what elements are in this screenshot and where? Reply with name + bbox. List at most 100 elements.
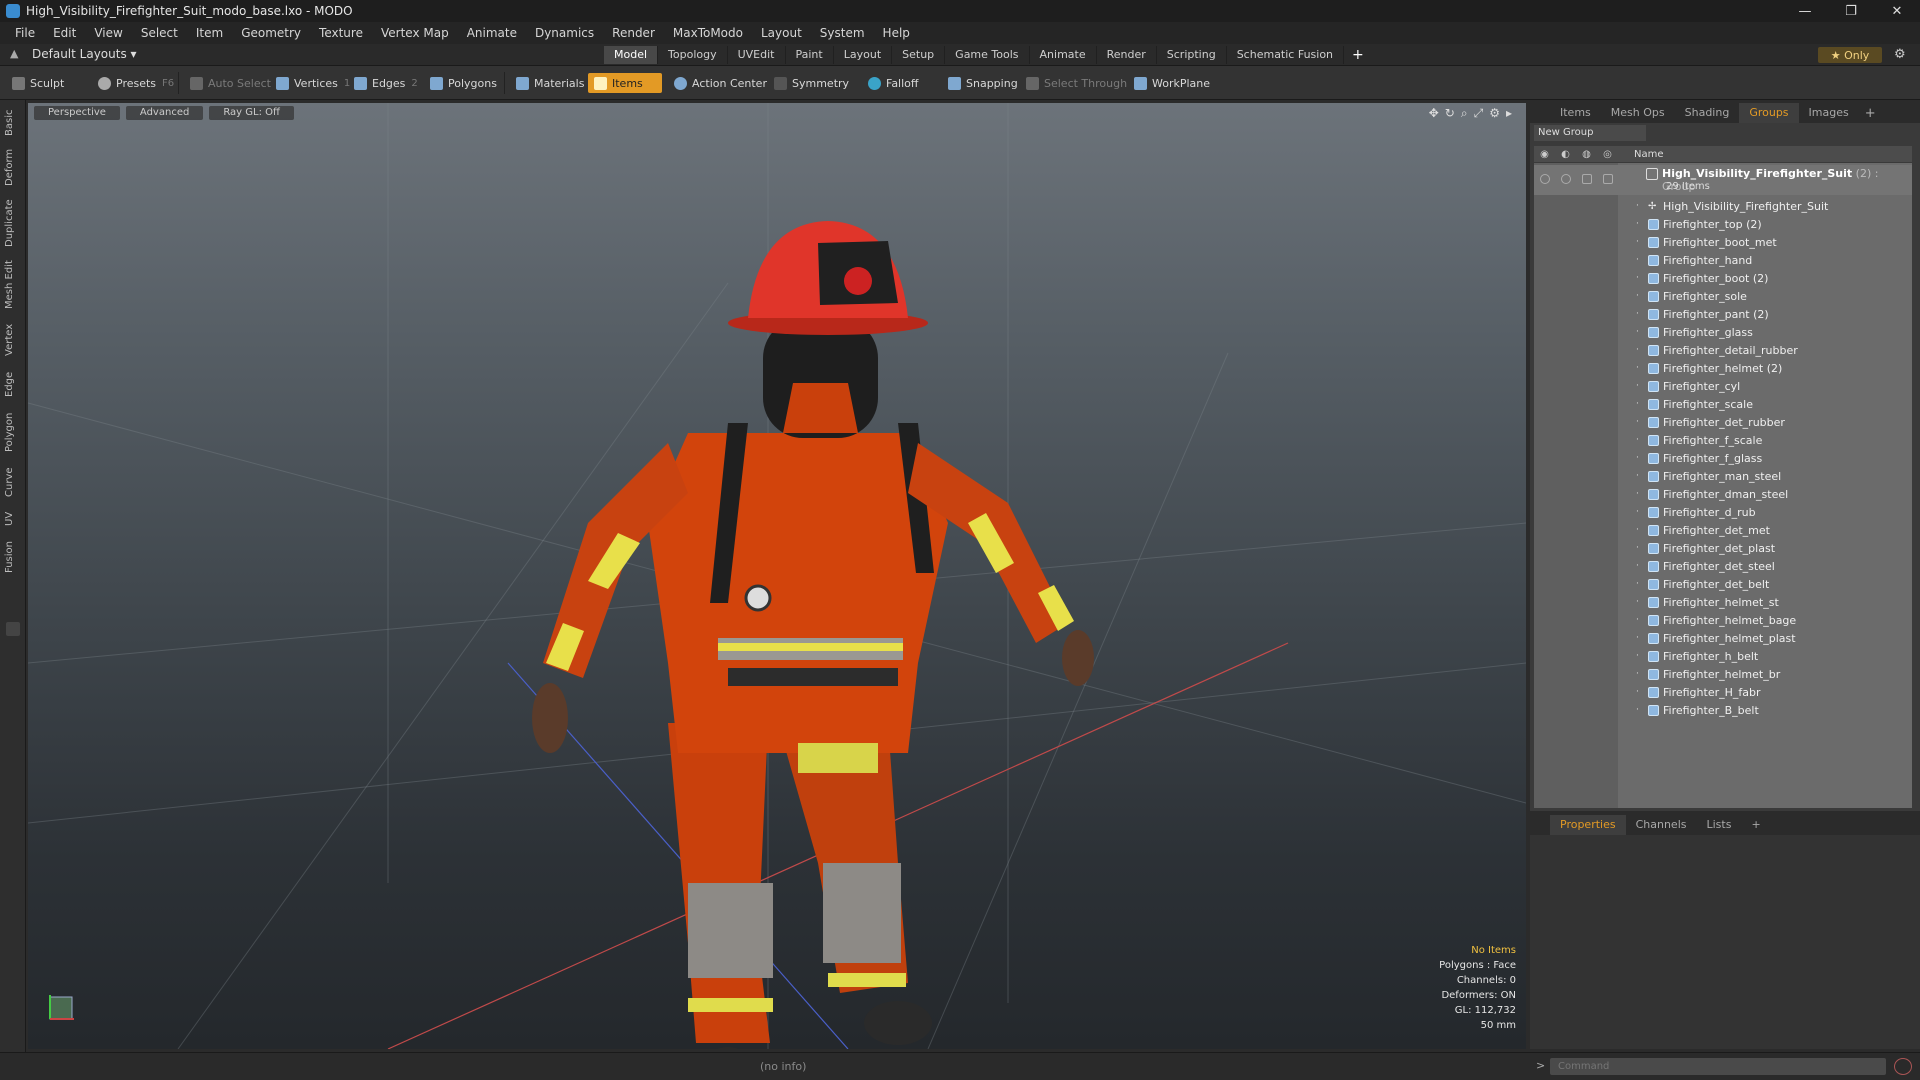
new-group-button[interactable]: New Group	[1534, 125, 1646, 141]
menu-view[interactable]: View	[85, 26, 131, 40]
add-properties-tab-button[interactable]: +	[1741, 815, 1770, 835]
list-item[interactable]: · Firefighter_det_plast	[1618, 539, 1912, 557]
list-item[interactable]: · Firefighter_helmet_bage	[1618, 611, 1912, 629]
vtab-basic[interactable]: Basic	[4, 108, 22, 138]
vtab-uv[interactable]: UV	[4, 508, 22, 530]
menu-vertex-map[interactable]: Vertex Map	[372, 26, 458, 40]
tab-layout[interactable]: Layout	[834, 46, 893, 64]
3d-viewport[interactable]: Perspective Advanced Ray GL: Off ✥ ↻ ⌕ ⤢…	[28, 103, 1526, 1049]
minimize-button[interactable]: —	[1782, 0, 1828, 22]
list-item[interactable]: · Firefighter_boot_met	[1618, 233, 1912, 251]
add-tab-button[interactable]: +	[1344, 46, 1372, 64]
list-item[interactable]: · Firefighter_scale	[1618, 395, 1912, 413]
list-item[interactable]: · Firefighter_h_belt	[1618, 647, 1912, 665]
edges-button[interactable]: Edges 2	[348, 73, 424, 93]
add-panel-tab-button[interactable]: +	[1859, 106, 1882, 121]
symmetry-button[interactable]: Symmetry	[768, 73, 855, 93]
group-lock-checkbox[interactable]	[1582, 174, 1592, 184]
materials-button[interactable]: Materials	[510, 73, 590, 93]
list-item[interactable]: · Firefighter_dman_steel	[1618, 485, 1912, 503]
falloff-button[interactable]: Falloff	[862, 73, 924, 93]
select-through-button[interactable]: Select Through	[1020, 73, 1133, 93]
vertices-button[interactable]: Vertices 1	[270, 73, 356, 93]
tab-setup[interactable]: Setup	[892, 46, 946, 64]
list-item[interactable]: · Firefighter_f_glass	[1618, 449, 1912, 467]
list-item[interactable]: · Firefighter_H_fabr	[1618, 683, 1912, 701]
tab-shading[interactable]: Shading	[1675, 103, 1740, 123]
tab-paint[interactable]: Paint	[786, 46, 834, 64]
tab-topology[interactable]: Topology	[658, 46, 728, 64]
command-input[interactable]	[1550, 1058, 1886, 1075]
group-select-checkbox[interactable]	[1603, 174, 1613, 184]
tab-properties[interactable]: Properties	[1550, 815, 1626, 835]
list-item[interactable]: · Firefighter_sole	[1618, 287, 1912, 305]
only-button[interactable]: ★ Only	[1818, 47, 1882, 63]
auto-select-button[interactable]: Auto Select	[184, 73, 277, 93]
menu-help[interactable]: Help	[874, 26, 919, 40]
vtab-deform[interactable]: Deform	[4, 146, 22, 188]
tab-images[interactable]: Images	[1799, 103, 1859, 123]
items-button[interactable]: Items	[588, 73, 662, 93]
workplane-button[interactable]: WorkPlane	[1128, 73, 1216, 93]
advanced-dropdown[interactable]: Advanced	[125, 106, 204, 120]
menu-layout[interactable]: Layout	[752, 26, 811, 40]
lock-column-icon[interactable]: ◍	[1576, 149, 1597, 160]
vtab-edge[interactable]: Edge	[4, 368, 22, 400]
menu-file[interactable]: File	[6, 26, 44, 40]
tab-animate[interactable]: Animate	[1030, 46, 1097, 64]
menu-item[interactable]: Item	[187, 26, 232, 40]
close-button[interactable]: ✕	[1874, 0, 1920, 22]
tab-schematic-fusion[interactable]: Schematic Fusion	[1227, 46, 1345, 64]
list-item[interactable]: · Firefighter_top (2)	[1618, 215, 1912, 233]
command-history-icon[interactable]	[1894, 1058, 1912, 1075]
vtab-curve[interactable]: Curve	[4, 464, 22, 500]
restore-button[interactable]: ❐	[1828, 0, 1874, 22]
vtab-vertex[interactable]: Vertex	[4, 320, 22, 360]
presets-button[interactable]: Presets F6	[92, 73, 180, 93]
list-item[interactable]: · Firefighter_pant (2)	[1618, 305, 1912, 323]
visibility-column-icon[interactable]: ◉	[1534, 149, 1555, 160]
list-item[interactable]: · Firefighter_f_scale	[1618, 431, 1912, 449]
list-item[interactable]: · Firefighter_boot (2)	[1618, 269, 1912, 287]
menu-render[interactable]: Render	[603, 26, 664, 40]
tab-model[interactable]: Model	[604, 46, 659, 64]
group-render-icon[interactable]	[1561, 174, 1571, 184]
menu-geometry[interactable]: Geometry	[232, 26, 310, 40]
vtab-fusion[interactable]: Fusion	[4, 538, 22, 576]
vtab-duplicate[interactable]: Duplicate	[4, 196, 22, 250]
viewport-menu-arrow-icon[interactable]: ▸	[1506, 106, 1512, 121]
maximize-icon[interactable]: ⤢	[1474, 106, 1484, 121]
list-item[interactable]: · Firefighter_cyl	[1618, 377, 1912, 395]
strip-toggle-button[interactable]	[6, 622, 20, 636]
list-item[interactable]: · Firefighter_helmet (2)	[1618, 359, 1912, 377]
list-item[interactable]: · ✢ High_Visibility_Firefighter_Suit	[1618, 197, 1912, 215]
menu-animate[interactable]: Animate	[458, 26, 526, 40]
list-item[interactable]: · Firefighter_glass	[1618, 323, 1912, 341]
menu-system[interactable]: System	[811, 26, 874, 40]
name-column-header[interactable]: Name	[1618, 149, 1664, 160]
list-item[interactable]: · Firefighter_helmet_plast	[1618, 629, 1912, 647]
list-item[interactable]: · Firefighter_det_belt	[1618, 575, 1912, 593]
tab-mesh-ops[interactable]: Mesh Ops	[1601, 103, 1675, 123]
group-visibility-eye-icon[interactable]	[1540, 174, 1550, 184]
tab-uvedit[interactable]: UVEdit	[728, 46, 786, 64]
perspective-dropdown[interactable]: Perspective	[34, 106, 120, 120]
list-item[interactable]: · Firefighter_man_steel	[1618, 467, 1912, 485]
tab-channels[interactable]: Channels	[1626, 815, 1697, 835]
menu-maxtomodo[interactable]: MaxToModo	[664, 26, 752, 40]
list-item[interactable]: · Firefighter_det_rubber	[1618, 413, 1912, 431]
menu-texture[interactable]: Texture	[310, 26, 372, 40]
list-item[interactable]: · Firefighter_helmet_st	[1618, 593, 1912, 611]
vtab-polygon[interactable]: Polygon	[4, 408, 22, 456]
sculpt-button[interactable]: Sculpt	[6, 73, 70, 93]
list-item[interactable]: · Firefighter_helmet_br	[1618, 665, 1912, 683]
action-center-button[interactable]: Action Center	[668, 73, 773, 93]
pan-icon[interactable]: ✥	[1429, 106, 1439, 121]
group-row[interactable]: High_Visibility_Firefighter_Suit (2) : G…	[1534, 165, 1912, 195]
tab-render[interactable]: Render	[1097, 46, 1157, 64]
tab-items[interactable]: Items	[1550, 103, 1601, 123]
list-item[interactable]: · Firefighter_hand	[1618, 251, 1912, 269]
menu-dynamics[interactable]: Dynamics	[526, 26, 603, 40]
polygons-button[interactable]: Polygons	[424, 73, 503, 93]
select-column-icon[interactable]: ◎	[1597, 149, 1618, 160]
